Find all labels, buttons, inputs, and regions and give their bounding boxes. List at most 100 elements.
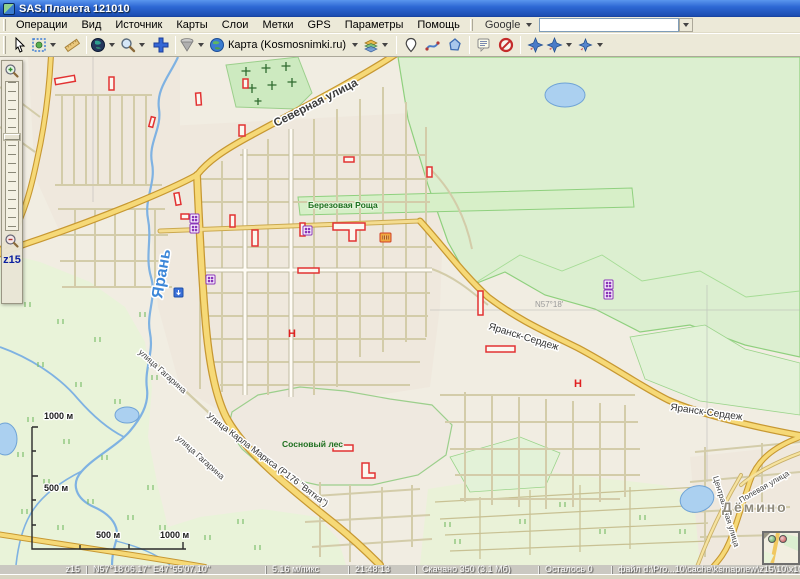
chevron-down-icon [50, 43, 56, 47]
search-input[interactable] [539, 18, 679, 32]
market-icon [190, 224, 199, 233]
zoom-in-button[interactable] [3, 62, 21, 80]
toolbar-separator [86, 36, 87, 54]
toolbar-separator [520, 36, 521, 54]
chevron-down-icon [139, 43, 145, 47]
download-icon [179, 37, 195, 53]
menu-gps[interactable]: GPS [301, 18, 338, 32]
chevron-down-icon [382, 43, 388, 47]
statusbar-coordinates: N57°18'06.17" E47°55'07.10" [87, 565, 265, 574]
market-icon [604, 280, 613, 289]
ruler-button[interactable] [61, 35, 83, 55]
window-title: SAS.Планета 121010 [19, 3, 130, 15]
menu-layers[interactable]: Слои [215, 18, 256, 32]
status-bar: z15 N57°18'06.17" E47°55'07.10" 5.16 м/п… [0, 565, 800, 574]
menu-source[interactable]: Источник [108, 18, 169, 32]
fullscreen-button[interactable] [150, 35, 172, 55]
market-icon [604, 290, 613, 299]
app-window: SAS.Планета 121010 Операции Вид Источник… [0, 0, 800, 579]
title-bar[interactable]: SAS.Планета 121010 [0, 0, 800, 17]
ruler-icon [64, 37, 80, 53]
gps-plane-track-icon [546, 37, 563, 53]
chevron-down-icon [566, 43, 572, 47]
hospital-icon: H [288, 328, 296, 340]
select-region-icon [31, 37, 47, 53]
app-icon [3, 3, 15, 15]
zoom-out-button[interactable] [3, 232, 21, 250]
chevron-down-icon [683, 23, 689, 27]
statusbar-time: 21:48:13 [349, 565, 415, 574]
add-placemark-button[interactable] [400, 35, 422, 55]
scale-label: 500 м [44, 483, 69, 493]
toolbar-grip[interactable] [3, 36, 6, 54]
menu-parameters[interactable]: Параметры [338, 18, 411, 32]
zoom-out-icon [4, 233, 20, 249]
window-bottom-edge [0, 574, 800, 579]
menu-operations[interactable]: Операции [9, 18, 74, 32]
zoom-in-icon [4, 63, 20, 79]
zoom-tool-button[interactable] [120, 35, 150, 55]
hospital-icon: H [574, 378, 582, 390]
search-toolbar-grip[interactable] [470, 19, 473, 31]
download-manager-button[interactable] [179, 35, 209, 55]
magnifier-icon [120, 37, 136, 53]
search-dropdown-button[interactable] [679, 18, 693, 32]
chevron-down-icon [109, 43, 115, 47]
menu-maps[interactable]: Карты [169, 18, 214, 32]
gps-options-button[interactable] [577, 35, 608, 55]
scale-label: 1000 м [160, 530, 190, 540]
forest-label: Сосновый лес [282, 439, 343, 449]
select-region-button[interactable] [31, 35, 61, 55]
pointer-button[interactable] [9, 35, 31, 55]
scale-label: 1000 м [44, 411, 74, 421]
zoom-slider-thumb[interactable] [4, 134, 20, 140]
market-icon [190, 214, 199, 223]
transport-icon [174, 288, 183, 297]
place-label: Дёмино [722, 499, 788, 515]
earth-view-button[interactable] [90, 35, 120, 55]
chevron-down-icon [198, 43, 204, 47]
mini-map[interactable] [762, 531, 800, 565]
layers-button[interactable] [363, 35, 393, 55]
note-icon [476, 37, 492, 53]
gps-plane-icon [527, 37, 544, 53]
map-selector-label: Карта (Kosmosnimki.ru) [225, 39, 349, 51]
add-path-button[interactable] [422, 35, 444, 55]
chevron-down-icon [352, 43, 358, 47]
chevron-down-icon [597, 43, 603, 47]
forbidden-icon [498, 37, 514, 53]
map-canvas[interactable]: H H Северная улица Березовая Роща Ярань … [0, 57, 800, 565]
mini-map-zoom-in-button[interactable] [768, 535, 776, 543]
gps-connect-button[interactable] [524, 35, 546, 55]
gps-plane-settings-icon [577, 37, 594, 53]
map-select-button[interactable]: Карта (Kosmosnimki.ru) [209, 35, 363, 55]
market-icon [303, 226, 312, 235]
globe-icon [90, 37, 106, 53]
statusbar-zoom: z15 [0, 565, 86, 574]
mini-map-zoom-out-button[interactable] [779, 535, 787, 543]
tool-bar: Карта (Kosmosnimki.ru) [0, 33, 800, 57]
polygon-icon [447, 37, 463, 53]
menu-help[interactable]: Помощь [410, 18, 467, 32]
scale-label: 500 м [96, 530, 121, 540]
map-globe-icon [209, 37, 225, 53]
menu-grip[interactable] [3, 19, 6, 31]
menu-bar: Операции Вид Источник Карты Слои Метки G… [0, 17, 800, 33]
zoom-slider[interactable] [5, 81, 19, 231]
park-label: Березовая Роща [308, 200, 378, 210]
google-search-selector[interactable]: Google [482, 19, 535, 31]
fullscreen-icon [153, 37, 169, 53]
graticule-label: N57°18' [535, 300, 564, 309]
chevron-down-icon [526, 23, 532, 27]
menu-view[interactable]: Вид [74, 18, 108, 32]
map-area: H H Северная улица Березовая Роща Ярань … [0, 57, 800, 574]
statusbar-file-path: файл d:\Pro...10\cache\ksmapnew\z15\10\x… [612, 565, 800, 574]
gps-track-button[interactable] [546, 35, 577, 55]
add-polygon-button[interactable] [444, 35, 466, 55]
pointer-icon [12, 37, 28, 53]
statusbar-remaining: Осталось 0 [539, 565, 611, 574]
hide-marks-button[interactable] [495, 35, 517, 55]
zoom-panel: z15 [1, 60, 23, 304]
placemark-manager-button[interactable] [473, 35, 495, 55]
menu-marks[interactable]: Метки [255, 18, 300, 32]
